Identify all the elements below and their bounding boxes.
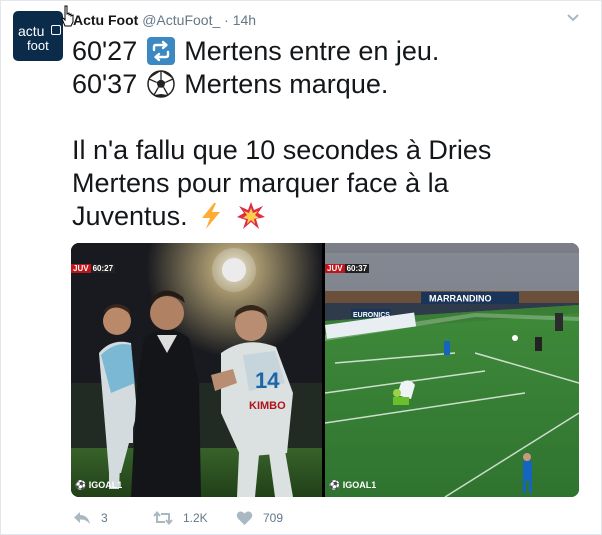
media-photo-left[interactable]: 14 KIMBO JUV 60:27 ⚽ IGOAL1 bbox=[71, 243, 322, 497]
tweet-body-line-1: Il n'a fallu que 10 secondes à Dries bbox=[72, 135, 492, 165]
author-name[interactable]: Actu Foot bbox=[73, 12, 138, 28]
line1-event: Mertens entre en jeu. bbox=[184, 36, 440, 66]
tweet-line-2: 60'37 Mertens marque. bbox=[72, 68, 572, 101]
tweet-body-line-3: Juventus. bbox=[72, 200, 572, 233]
heart-icon bbox=[236, 511, 253, 525]
reply-icon bbox=[74, 512, 90, 524]
scorebug-left: JUV 60:27 bbox=[71, 263, 116, 274]
retweet-icon bbox=[153, 510, 173, 526]
watermark-left: ⚽ IGOAL1 bbox=[75, 479, 122, 491]
media-grid[interactable]: 14 KIMBO JUV 60:27 ⚽ IGOAL1 MARRANDINO E… bbox=[71, 243, 579, 497]
tweet-body-line-2: Mertens pour marquer face à la bbox=[72, 168, 449, 198]
tweet-header: Actu Foot @ActuFoot_ · 14h bbox=[73, 12, 256, 28]
scorebug-left-team: JUV bbox=[71, 264, 91, 273]
avatar-logo-bottom: foot bbox=[27, 38, 49, 53]
soccer-ball-emoji-icon bbox=[147, 70, 175, 98]
body-line3-text: Juventus. bbox=[72, 201, 188, 231]
media-photo-right[interactable]: MARRANDINO EURONICS JUV 60:37 ⚽ IGOAL1 bbox=[325, 243, 579, 497]
watermark-right-text: IGOAL1 bbox=[342, 480, 377, 490]
scorebug-right-team: JUV bbox=[325, 264, 345, 273]
collision-emoji-icon bbox=[236, 202, 265, 229]
photo-right-image: MARRANDINO EURONICS bbox=[325, 243, 579, 497]
avatar-logo-top: actu bbox=[18, 23, 45, 39]
reply-count: 3 bbox=[101, 511, 108, 525]
like-count: 709 bbox=[263, 511, 284, 525]
watermark-right: ⚽ IGOAL1 bbox=[329, 479, 376, 491]
lightning-emoji-icon bbox=[202, 203, 221, 229]
tweet-blank-line bbox=[72, 101, 572, 134]
avatar-logo-mark-icon bbox=[51, 25, 61, 35]
watermark-left-text: IGOAL1 bbox=[88, 480, 123, 490]
scorebug-right-clock: 60:37 bbox=[344, 264, 370, 273]
watermark-right-icon: ⚽ bbox=[329, 480, 341, 490]
avatar[interactable]: actu foot bbox=[13, 11, 63, 61]
line1-minute: 60'27 bbox=[72, 36, 138, 66]
watermark-left-icon: ⚽ bbox=[75, 480, 87, 490]
like-button[interactable]: 709 bbox=[236, 509, 283, 527]
chevron-down-icon[interactable] bbox=[566, 13, 580, 23]
header-separator: · bbox=[224, 12, 229, 28]
tweet-line-1: 60'27 Mertens entre en jeu. bbox=[72, 35, 572, 68]
line2-event: Mertens marque. bbox=[184, 69, 389, 99]
repeat-emoji-icon bbox=[146, 37, 175, 65]
scorebug-left-clock: 60:27 bbox=[90, 264, 116, 273]
photo-left-image: 14 KIMBO bbox=[71, 243, 322, 497]
ad-board-marrandino: MARRANDINO bbox=[429, 294, 492, 304]
scorebug-right: JUV 60:37 bbox=[325, 263, 370, 274]
retweet-button[interactable]: 1.2K bbox=[153, 509, 208, 527]
tweet-text: 60'27 Mertens entre en jeu. 60'37 Merten… bbox=[72, 35, 572, 233]
author-handle[interactable]: @ActuFoot_ bbox=[142, 12, 220, 28]
line2-minute: 60'37 bbox=[72, 69, 138, 99]
reply-button[interactable]: 3 bbox=[73, 509, 108, 527]
tweet-card[interactable]: actu foot Actu Foot @ActuFoot_ · 14h 60'… bbox=[0, 0, 602, 535]
retweet-count: 1.2K bbox=[183, 511, 208, 525]
tweet-timestamp[interactable]: 14h bbox=[233, 12, 256, 28]
